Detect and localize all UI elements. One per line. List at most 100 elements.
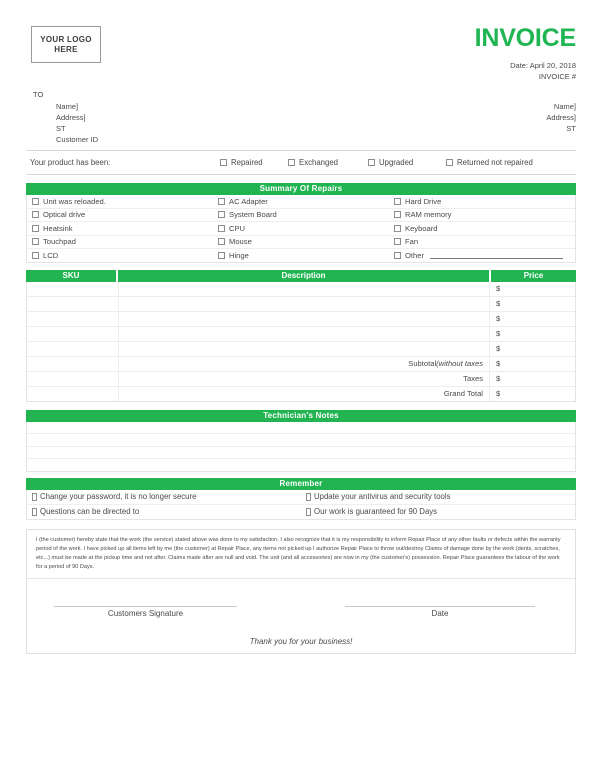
- line-items-header: SKU Description Price: [26, 269, 576, 282]
- checkbox-icon[interactable]: [32, 211, 39, 219]
- status-option-returned-not-repaired[interactable]: Returned not repaired: [446, 158, 533, 167]
- cell-price[interactable]: $: [490, 342, 575, 356]
- line-items-body: $ $ $ $ $ Subtotal (without taxes $ Taxe…: [26, 281, 576, 402]
- taxes-row: Taxes $: [27, 371, 575, 387]
- to-label: TO: [33, 90, 44, 99]
- table-row[interactable]: $: [27, 326, 575, 342]
- subtotal-value[interactable]: $: [490, 357, 575, 371]
- checkbox-icon[interactable]: [218, 197, 225, 205]
- status-option-exchanged[interactable]: Exchanged: [288, 158, 368, 167]
- cell-price[interactable]: $: [490, 327, 575, 341]
- checkbox-icon[interactable]: [218, 224, 225, 232]
- checkbox-icon[interactable]: [218, 211, 225, 219]
- table-row[interactable]: $: [27, 341, 575, 357]
- grand-total-value[interactable]: $: [490, 387, 575, 401]
- checkbox-icon[interactable]: [218, 238, 225, 246]
- status-option-label: Repaired: [231, 158, 263, 167]
- grand-total-label: Grand Total: [443, 389, 483, 398]
- checkbox-icon[interactable]: [394, 251, 401, 259]
- checkbox-icon[interactable]: [32, 492, 37, 501]
- repair-option-unit-was-reloaded[interactable]: Unit was reloaded.: [27, 197, 213, 206]
- checkbox-icon[interactable]: [368, 159, 375, 166]
- other-write-in-field[interactable]: [430, 251, 563, 260]
- logo-placeholder[interactable]: YOUR LOGO HERE: [31, 26, 101, 63]
- remember-item-update-antivirus[interactable]: Update your antivirus and security tools: [301, 492, 575, 501]
- repair-option-ram-memory[interactable]: RAM memory: [389, 210, 575, 219]
- repair-option-touchpad[interactable]: Touchpad: [27, 237, 213, 246]
- repair-option-hard-drive[interactable]: Hard Drive: [389, 197, 575, 206]
- checkbox-icon[interactable]: [32, 251, 39, 259]
- table-row[interactable]: $: [27, 311, 575, 327]
- checkbox-icon[interactable]: [32, 507, 37, 516]
- cell-sku[interactable]: [27, 341, 119, 356]
- repair-option-mouse[interactable]: Mouse: [213, 237, 389, 246]
- technicians-notes-area[interactable]: [26, 421, 576, 472]
- cell-description[interactable]: [119, 326, 490, 341]
- terms-text: I (the customer) hereby state that the w…: [27, 530, 575, 579]
- cell-description[interactable]: [119, 296, 490, 311]
- checkbox-icon[interactable]: [394, 224, 401, 232]
- note-line[interactable]: [27, 447, 575, 459]
- repair-option-keyboard[interactable]: Keyboard: [389, 224, 575, 233]
- note-line[interactable]: [27, 434, 575, 447]
- date-line[interactable]: [345, 605, 535, 607]
- remember-item-questions[interactable]: Questions can be directed to: [27, 507, 301, 516]
- status-option-upgraded[interactable]: Upgraded: [368, 158, 446, 167]
- remember-item-label: Questions can be directed to: [40, 507, 140, 516]
- table-row[interactable]: $: [27, 296, 575, 312]
- invoice-page: YOUR LOGO HERE INVOICE Date: April 20, 2…: [0, 0, 600, 776]
- checkbox-icon[interactable]: [288, 159, 295, 166]
- cell-sku[interactable]: [27, 326, 119, 341]
- repair-option-label: Unit was reloaded.: [43, 196, 106, 206]
- checkbox-icon[interactable]: [394, 211, 401, 219]
- cell-price[interactable]: $: [490, 312, 575, 326]
- repair-option-lcd[interactable]: LCD: [27, 251, 213, 260]
- repair-option-ac-adapter[interactable]: AC Adapter: [213, 197, 389, 206]
- status-option-repaired[interactable]: Repaired: [220, 158, 288, 167]
- repair-option-label: AC Adapter: [229, 196, 268, 206]
- checkbox-icon[interactable]: [394, 238, 401, 246]
- checkbox-icon[interactable]: [218, 251, 225, 259]
- checkbox-icon[interactable]: [32, 238, 39, 246]
- repair-option-heatsink[interactable]: Heatsink: [27, 224, 213, 233]
- repair-option-other[interactable]: Other: [389, 251, 575, 260]
- table-row[interactable]: $: [27, 281, 575, 297]
- repair-option-cpu[interactable]: CPU: [213, 224, 389, 233]
- bill-to-name: Name]: [56, 102, 79, 111]
- taxes-label-cell: Taxes: [119, 371, 490, 386]
- terms-and-signature-block: I (the customer) hereby state that the w…: [26, 528, 576, 654]
- remember-item-guarantee[interactable]: Our work is guaranteed for 90 Days: [301, 507, 575, 516]
- note-line[interactable]: [27, 422, 575, 434]
- thank-you-message: Thank you for your business!: [249, 636, 353, 646]
- status-option-label: Upgraded: [379, 158, 414, 167]
- remember-item-change-password[interactable]: Change your password, it is no longer se…: [27, 492, 301, 501]
- cell-description[interactable]: [119, 341, 490, 356]
- checkbox-icon[interactable]: [32, 197, 39, 205]
- repair-option-label: Touchpad: [43, 237, 76, 247]
- customer-signature-line[interactable]: [54, 605, 237, 607]
- repair-option-system-board[interactable]: System Board: [213, 210, 389, 219]
- cell-price[interactable]: $: [490, 282, 575, 296]
- checkbox-icon[interactable]: [306, 507, 311, 516]
- cell-description[interactable]: [119, 311, 490, 326]
- column-header-sku: SKU: [26, 269, 118, 282]
- checkbox-icon[interactable]: [220, 159, 227, 166]
- note-line[interactable]: [27, 459, 575, 471]
- repair-option-label: Mouse: [229, 237, 252, 247]
- checkbox-icon[interactable]: [446, 159, 453, 166]
- cell-sku[interactable]: [27, 281, 119, 296]
- cell-sku[interactable]: [27, 311, 119, 326]
- cell-description[interactable]: [119, 281, 490, 296]
- taxes-value[interactable]: $: [490, 372, 575, 386]
- checkbox-icon[interactable]: [32, 224, 39, 232]
- checkbox-icon[interactable]: [306, 492, 311, 501]
- repair-option-optical-drive[interactable]: Optical drive: [27, 210, 213, 219]
- repair-option-fan[interactable]: Fan: [389, 237, 575, 246]
- cell-sku[interactable]: [27, 296, 119, 311]
- repair-option-hinge[interactable]: Hinge: [213, 251, 389, 260]
- repair-option-label: Hard Drive: [405, 196, 442, 206]
- date-label: Date: [431, 608, 449, 618]
- cell-price[interactable]: $: [490, 297, 575, 311]
- bill-to-block: Name] Address] ST: [56, 101, 86, 134]
- checkbox-icon[interactable]: [394, 197, 401, 205]
